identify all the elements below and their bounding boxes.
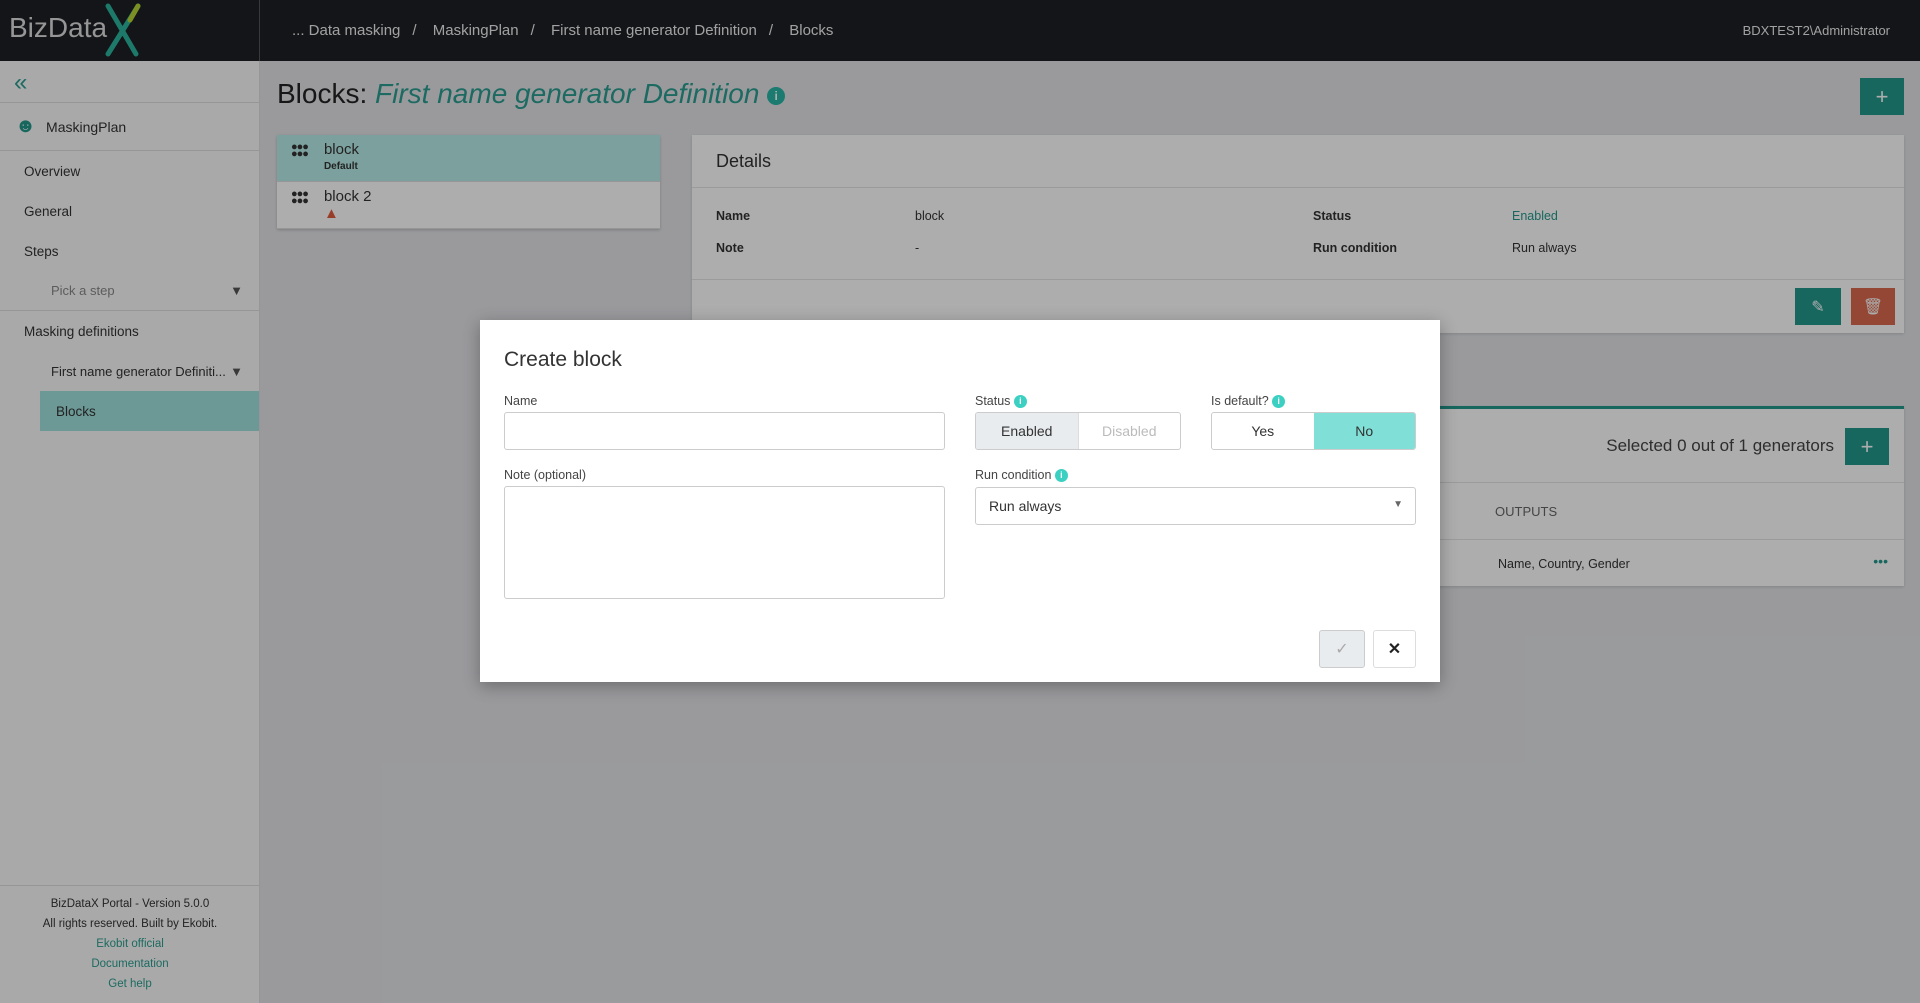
default-no-option[interactable]: No <box>1313 413 1415 449</box>
name-input[interactable] <box>504 412 945 450</box>
info-icon[interactable]: i <box>1272 395 1286 409</box>
modal-title: Create block <box>504 348 622 371</box>
status-toggle: Enabled Disabled <box>975 412 1181 450</box>
is-default-toggle: Yes No <box>1211 412 1416 450</box>
cancel-button[interactable]: ✕ <box>1373 630 1416 668</box>
status-enabled-option[interactable]: Enabled <box>976 413 1078 449</box>
note-textarea[interactable] <box>504 486 945 599</box>
status-disabled-option[interactable]: Disabled <box>1077 413 1181 449</box>
default-yes-option[interactable]: Yes <box>1212 413 1314 449</box>
confirm-button[interactable]: ✓ <box>1319 630 1365 668</box>
info-icon[interactable]: i <box>1054 469 1068 483</box>
run-condition-select[interactable]: Run always ▼ <box>975 487 1416 525</box>
create-block-modal: Create block Name Note (optional) Status… <box>480 320 1440 682</box>
caret-down-icon: ▼ <box>1393 499 1403 510</box>
info-icon[interactable]: i <box>1013 395 1027 409</box>
